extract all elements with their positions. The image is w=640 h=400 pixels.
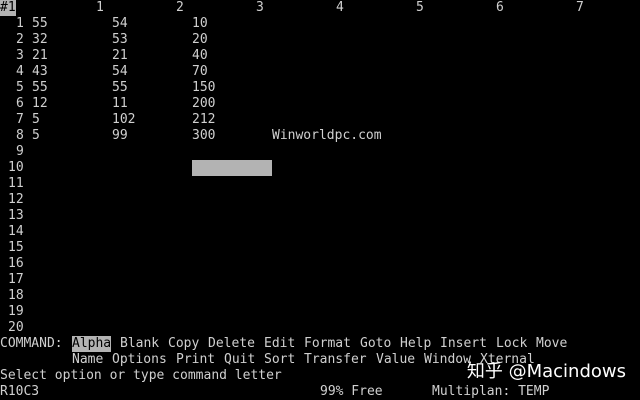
row-header-9[interactable]: 9 <box>16 144 24 160</box>
row-header-6[interactable]: 6 <box>16 96 24 112</box>
menu-item-lock[interactable]: Lock <box>496 336 527 352</box>
row-header-8[interactable]: 8 <box>16 128 24 144</box>
menu-item-window[interactable]: Window <box>424 352 471 368</box>
menu-item-alpha[interactable]: Alpha <box>72 336 112 352</box>
menu-item-options[interactable]: Options <box>112 352 167 368</box>
row-header-11[interactable]: 11 <box>8 176 24 192</box>
menu-item-print[interactable]: Print <box>176 352 215 368</box>
command-prefix: COMMAND: <box>0 336 63 351</box>
menu-item-copy[interactable]: Copy <box>168 336 199 352</box>
row-header-2[interactable]: 2 <box>16 32 24 48</box>
sheet-cell-r3c1[interactable]: 21 <box>32 48 48 64</box>
menu-item-quit[interactable]: Quit <box>224 352 255 368</box>
sheet-cell-r8c3[interactable]: 300 <box>192 128 215 144</box>
row-header-20[interactable]: 20 <box>8 320 24 336</box>
sheet-cell-r1c2[interactable]: 54 <box>112 16 128 32</box>
sheet-cell-r5c3[interactable]: 150 <box>192 80 215 96</box>
sheet-cell-r7c1[interactable]: 5 <box>32 112 40 128</box>
menu-item-transfer[interactable]: Transfer <box>304 352 367 368</box>
column-header-7[interactable]: 7 <box>576 0 584 16</box>
row-header-7[interactable]: 7 <box>16 112 24 128</box>
column-header-1[interactable]: 1 <box>96 0 104 16</box>
status-cell-ref: R10C3 <box>0 384 40 399</box>
sheet-cell-r2c2[interactable]: 53 <box>112 32 128 48</box>
active-cell-cursor[interactable] <box>192 160 272 176</box>
sheet-cell-r6c3[interactable]: 200 <box>192 96 215 112</box>
row-header-4[interactable]: 4 <box>16 64 24 80</box>
watermark-text: 知乎 @Macindows <box>466 361 626 382</box>
row-header-17[interactable]: 17 <box>8 272 24 288</box>
menu-item-goto[interactable]: Goto <box>360 336 391 352</box>
sheet-cell-r1c3[interactable]: 10 <box>192 16 208 32</box>
row-header-15[interactable]: 15 <box>8 240 24 256</box>
row-header-12[interactable]: 12 <box>8 192 24 208</box>
menu-item-delete[interactable]: Delete <box>208 336 255 352</box>
sheet-corner-label: #1 <box>0 0 16 16</box>
sheet-cell-r5c2[interactable]: 55 <box>112 80 128 96</box>
menu-item-name[interactable]: Name <box>72 352 103 368</box>
sheet-cell-r4c2[interactable]: 54 <box>112 64 128 80</box>
row-header-18[interactable]: 18 <box>8 288 24 304</box>
column-header-4[interactable]: 4 <box>336 0 344 16</box>
row-header-16[interactable]: 16 <box>8 256 24 272</box>
column-header-5[interactable]: 5 <box>416 0 424 16</box>
row-header-19[interactable]: 19 <box>8 304 24 320</box>
sheet-cell-r8c2[interactable]: 99 <box>112 128 128 144</box>
sheet-cell-r7c3[interactable]: 212 <box>192 112 215 128</box>
command-message: Select option or type command letter <box>0 368 282 383</box>
sheet-cell-r2c3[interactable]: 20 <box>192 32 208 48</box>
column-header-3[interactable]: 3 <box>256 0 264 16</box>
menu-item-format[interactable]: Format <box>304 336 351 352</box>
column-header-6[interactable]: 6 <box>496 0 504 16</box>
sheet-cell-r7c2[interactable]: 102 <box>112 112 135 128</box>
menu-item-insert[interactable]: Insert <box>440 336 487 352</box>
sheet-cell-r6c1[interactable]: 12 <box>32 96 48 112</box>
menu-item-value[interactable]: Value <box>376 352 415 368</box>
sheet-cell-r3c2[interactable]: 21 <box>112 48 128 64</box>
sheet-cell-r8c1[interactable]: 5 <box>32 128 40 144</box>
sheet-cell-r8c4[interactable]: Winworldpc.com <box>272 128 382 144</box>
menu-item-sort[interactable]: Sort <box>264 352 295 368</box>
status-free-memory: 99% Free <box>320 384 383 399</box>
menu-item-blank[interactable]: Blank <box>120 336 159 352</box>
menu-item-move[interactable]: Move <box>536 336 567 352</box>
row-header-1[interactable]: 1 <box>16 16 24 32</box>
row-header-13[interactable]: 13 <box>8 208 24 224</box>
row-header-5[interactable]: 5 <box>16 80 24 96</box>
sheet-cell-r3c3[interactable]: 40 <box>192 48 208 64</box>
row-header-14[interactable]: 14 <box>8 224 24 240</box>
sheet-cell-r4c3[interactable]: 70 <box>192 64 208 80</box>
row-header-3[interactable]: 3 <box>16 48 24 64</box>
status-app-file: Multiplan: TEMP <box>432 384 550 399</box>
menu-item-help[interactable]: Help <box>400 336 431 352</box>
menu-item-edit[interactable]: Edit <box>264 336 295 352</box>
column-header-2[interactable]: 2 <box>176 0 184 16</box>
sheet-cell-r1c1[interactable]: 55 <box>32 16 48 32</box>
sheet-cell-r6c2[interactable]: 11 <box>112 96 128 112</box>
sheet-cell-r5c1[interactable]: 55 <box>32 80 48 96</box>
row-header-10[interactable]: 10 <box>8 160 24 176</box>
sheet-cell-r4c1[interactable]: 43 <box>32 64 48 80</box>
sheet-cell-r2c1[interactable]: 32 <box>32 32 48 48</box>
